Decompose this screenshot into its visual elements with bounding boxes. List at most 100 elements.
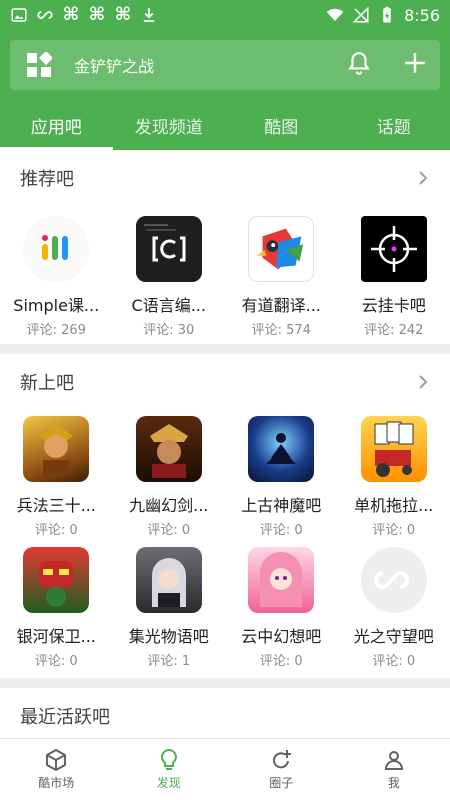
section-title: 最近活跃吧	[20, 707, 110, 728]
list-item[interactable]: Simple课... 评论: 269	[0, 216, 113, 344]
item-comments: 评论: 0	[372, 523, 416, 538]
tab-apps-bar[interactable]: 应用吧	[0, 100, 113, 150]
tab-bar: 应用吧 发现频道 酷图 话题	[0, 100, 450, 150]
lightbulb-icon	[160, 748, 177, 770]
bottom-nav: 酷市场 发现 圈子 我	[0, 738, 450, 800]
signal-off-icon	[352, 6, 370, 24]
item-name: 兵法三十...	[16, 496, 96, 515]
chevron-right-icon[interactable]	[416, 171, 430, 185]
item-comments: 评论: 0	[259, 523, 303, 538]
new-grid: 兵法三十... 评论: 0 九幽幻剑... 评论: 0 上古神魔吧 评论: 0	[0, 410, 450, 678]
status-bar: ⌘ ⌘ ⌘ 8:56	[0, 0, 450, 30]
search-title[interactable]: 金铲铲之战	[74, 53, 154, 77]
item-name: C语言编...	[131, 296, 206, 315]
apps-grid-icon[interactable]	[26, 50, 54, 78]
list-item[interactable]: 云挂卡吧 评论: 242	[338, 216, 450, 344]
active-section: 最近活跃吧	[0, 688, 450, 738]
header-actions	[346, 50, 428, 80]
list-item[interactable]: 上古神魔吧 评论: 0	[225, 416, 338, 547]
nav-discover[interactable]: 发现	[113, 739, 226, 800]
c-language-icon	[135, 216, 202, 282]
item-name: 上古神魔吧	[241, 496, 322, 515]
person-icon	[384, 751, 403, 770]
list-item[interactable]: C语言编... 评论: 30	[113, 216, 226, 344]
item-name: 云中幻想吧	[241, 627, 322, 646]
section-header[interactable]: 最近活跃吧	[0, 688, 450, 738]
item-name: 单机拖拉...	[354, 496, 434, 515]
cube-icon	[46, 748, 67, 772]
app-icon: ⌘	[88, 4, 106, 25]
recommended-section: 推荐吧 Simple课... 评论: 269 C语言编... 评论: 30 有道…	[0, 150, 450, 344]
wifi-icon	[326, 6, 344, 24]
nav-label: 发现	[156, 776, 181, 790]
list-item[interactable]: 集光物语吧 评论: 1	[113, 547, 226, 678]
item-comments: 评论: 1	[147, 654, 191, 669]
warrior-game-icon	[23, 416, 90, 482]
nav-me[interactable]: 我	[338, 739, 450, 800]
youdao-translate-icon	[248, 216, 315, 282]
download-icon	[140, 6, 158, 24]
pink-hair-girl-icon	[248, 547, 315, 613]
chevron-right-icon[interactable]	[416, 375, 430, 389]
robot-game-icon	[23, 547, 90, 613]
section-divider	[0, 678, 450, 688]
infinity-icon	[36, 6, 54, 24]
nav-circle[interactable]: 圈子	[225, 739, 338, 800]
item-name: 有道翻译...	[241, 296, 321, 315]
plus-icon[interactable]	[402, 50, 428, 80]
anime-girl-icon	[135, 547, 202, 613]
item-comments: 评论: 269	[26, 323, 86, 338]
item-comments: 评论: 0	[34, 654, 78, 669]
recommended-grid: Simple课... 评论: 269 C语言编... 评论: 30 有道翻译..…	[0, 206, 450, 344]
refresh-plus-icon	[273, 750, 292, 769]
status-right: 8:56	[326, 6, 440, 25]
status-time: 8:56	[404, 5, 440, 25]
image-icon	[10, 6, 28, 24]
app-icon: ⌘	[114, 4, 132, 25]
nav-label: 圈子	[269, 776, 294, 790]
bell-icon[interactable]	[346, 50, 372, 80]
tab-topics[interactable]: 话题	[338, 100, 450, 150]
meditation-game-icon	[248, 416, 315, 482]
list-item[interactable]: 有道翻译... 评论: 574	[225, 216, 338, 344]
item-comments: 评论: 574	[251, 323, 311, 338]
item-name: 光之守望吧	[353, 627, 434, 646]
nav-market[interactable]: 酷市场	[0, 739, 113, 800]
nav-label: 酷市场	[38, 776, 75, 790]
tab-discover-channel[interactable]: 发现频道	[113, 100, 226, 150]
list-item[interactable]: 银河保卫... 评论: 0	[0, 547, 113, 678]
battery-charging-icon	[378, 6, 396, 24]
section-header[interactable]: 新上吧	[0, 354, 450, 410]
search-bar[interactable]: 金铲铲之战	[10, 40, 440, 90]
item-name: Simple课...	[13, 296, 100, 315]
new-section: 新上吧 兵法三十... 评论: 0 九幽幻剑... 评论: 0 上古神魔吧 评论…	[0, 354, 450, 678]
list-item[interactable]: 九幽幻剑... 评论: 0	[113, 416, 226, 547]
item-comments: 评论: 0	[259, 654, 303, 669]
simple-course-icon	[23, 216, 90, 282]
tab-cool-images[interactable]: 酷图	[225, 100, 338, 150]
emperor-game-icon	[135, 416, 202, 482]
list-item[interactable]: 兵法三十... 评论: 0	[0, 416, 113, 547]
nav-label: 我	[387, 776, 400, 790]
crosshair-icon	[360, 216, 427, 282]
tractor-cards-icon	[360, 416, 427, 482]
section-title: 推荐吧	[20, 169, 74, 190]
item-name: 云挂卡吧	[361, 296, 426, 315]
item-name: 九幽幻剑...	[129, 496, 209, 515]
item-name: 银河保卫...	[16, 627, 96, 646]
placeholder-infinity-icon	[360, 547, 427, 613]
list-item[interactable]: 光之守望吧 评论: 0	[338, 547, 450, 678]
item-comments: 评论: 0	[147, 523, 191, 538]
status-left: ⌘ ⌘ ⌘	[10, 6, 158, 24]
section-header[interactable]: 推荐吧	[0, 150, 450, 206]
section-title: 新上吧	[20, 373, 74, 394]
app-header: 金铲铲之战 应用吧 发现频道 酷图 话题	[0, 30, 450, 150]
list-item[interactable]: 单机拖拉... 评论: 0	[338, 416, 450, 547]
list-item[interactable]: 云中幻想吧 评论: 0	[225, 547, 338, 678]
item-comments: 评论: 0	[34, 523, 78, 538]
main-content[interactable]: 推荐吧 Simple课... 评论: 269 C语言编... 评论: 30 有道…	[0, 150, 450, 738]
app-icon: ⌘	[62, 4, 80, 25]
item-comments: 评论: 242	[364, 323, 424, 338]
item-comments: 评论: 0	[372, 654, 416, 669]
item-name: 集光物语吧	[128, 627, 209, 646]
